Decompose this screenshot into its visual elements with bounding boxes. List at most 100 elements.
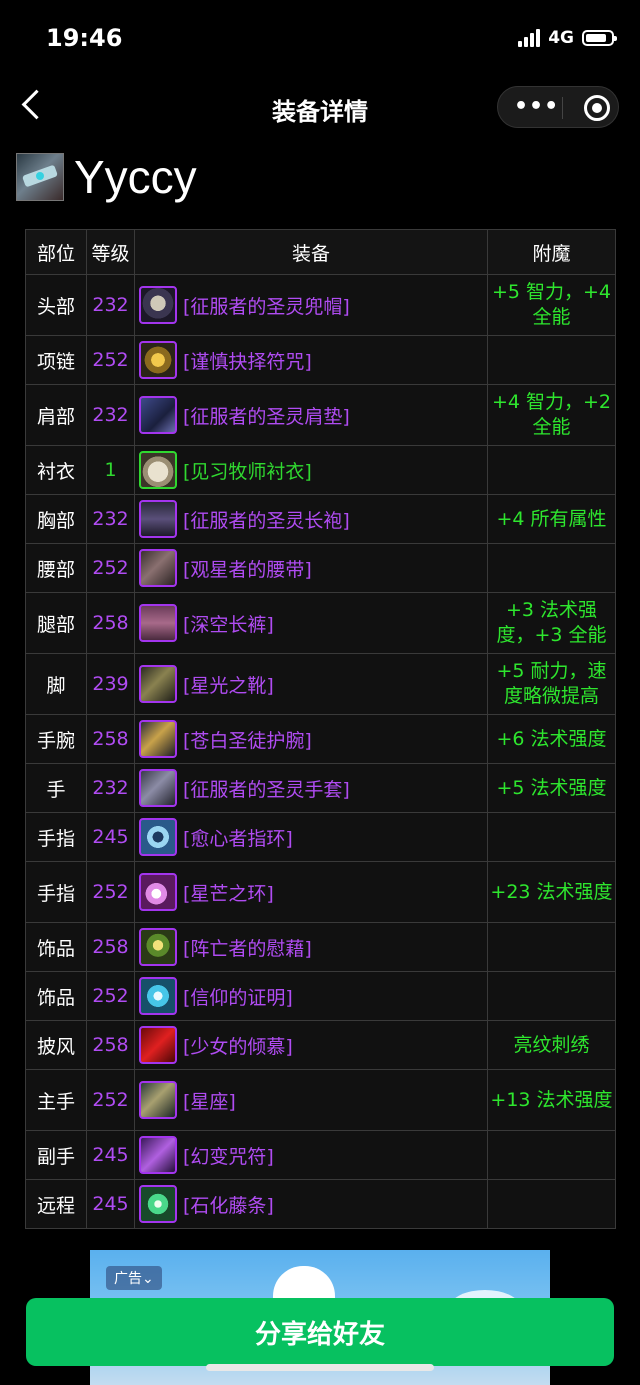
item-name[interactable]: [石化藤条] xyxy=(183,1191,274,1218)
table-row: 手指 245 [愈心者指环] xyxy=(25,812,616,862)
item-cell[interactable]: [征服者的圣灵长袍] xyxy=(134,494,488,544)
item-cell[interactable]: [少女的倾慕] xyxy=(134,1020,488,1070)
slot-cell: 手指 xyxy=(25,812,87,862)
item-name[interactable]: [谨慎抉择符咒] xyxy=(183,347,312,374)
item-name[interactable]: [征服者的圣灵手套] xyxy=(183,775,350,802)
item-cell[interactable]: [愈心者指环] xyxy=(134,812,488,862)
table-row: 头部 232 [征服者的圣灵兜帽] +5 智力，+4 全能 xyxy=(25,274,616,336)
mainhand-icon xyxy=(139,1081,177,1119)
item-cell[interactable]: [星光之靴] xyxy=(134,653,488,715)
slot-cell: 肩部 xyxy=(25,384,87,446)
level-cell: 252 xyxy=(86,543,135,593)
slot-cell: 主手 xyxy=(25,1069,87,1131)
enchant-cell: +4 所有属性 xyxy=(487,494,616,544)
table-row: 胸部 232 [征服者的圣灵长袍] +4 所有属性 xyxy=(25,494,616,544)
header-enchant: 附魔 xyxy=(487,229,616,275)
header-level: 等级 xyxy=(86,229,135,275)
table-row: 饰品 258 [阵亡者的慰藉] xyxy=(25,922,616,972)
slot-cell: 衬衣 xyxy=(25,445,87,495)
item-cell[interactable]: [征服者的圣灵手套] xyxy=(134,763,488,813)
amulet-icon xyxy=(139,341,177,379)
slot-cell: 手 xyxy=(25,763,87,813)
weapon-class-icon xyxy=(16,153,64,201)
slot-cell: 腿部 xyxy=(25,592,87,654)
helm-icon xyxy=(139,286,177,324)
gloves-icon xyxy=(139,769,177,807)
enchant-cell xyxy=(487,812,616,862)
item-cell[interactable]: [星芒之环] xyxy=(134,861,488,923)
enchant-cell xyxy=(487,971,616,1021)
item-name[interactable]: [见习牧师衬衣] xyxy=(183,457,312,484)
status-bar: 19:46 4G xyxy=(0,0,640,76)
level-cell: 245 xyxy=(86,812,135,862)
item-cell[interactable]: [谨慎抉择符咒] xyxy=(134,335,488,385)
item-cell[interactable]: [星座] xyxy=(134,1069,488,1131)
enchant-cell xyxy=(487,1130,616,1180)
item-name[interactable]: [星光之靴] xyxy=(183,671,274,698)
table-header-row: 部位 等级 装备 附魔 xyxy=(25,229,616,275)
item-name[interactable]: [征服者的圣灵兜帽] xyxy=(183,292,350,319)
table-row: 手 232 [征服者的圣灵手套] +5 法术强度 xyxy=(25,763,616,813)
enchant-cell xyxy=(487,543,616,593)
slot-cell: 胸部 xyxy=(25,494,87,544)
item-cell[interactable]: [深空长裤] xyxy=(134,592,488,654)
more-menu-button[interactable]: ••• xyxy=(514,96,559,118)
item-name[interactable]: [深空长裤] xyxy=(183,610,274,637)
item-cell[interactable]: [信仰的证明] xyxy=(134,971,488,1021)
table-row: 远程 245 [石化藤条] xyxy=(25,1179,616,1229)
slot-cell: 副手 xyxy=(25,1130,87,1180)
item-name[interactable]: [征服者的圣灵肩垫] xyxy=(183,402,350,429)
level-cell: 1 xyxy=(86,445,135,495)
level-cell: 232 xyxy=(86,494,135,544)
gear-table: 部位 等级 装备 附魔 头部 232 [征服者的圣灵兜帽] +5 智力，+4 全能 项链… xyxy=(25,229,616,1229)
enchant-cell: 亮纹刺绣 xyxy=(487,1020,616,1070)
item-name[interactable]: [愈心者指环] xyxy=(183,824,293,851)
offhand-icon xyxy=(139,1136,177,1174)
item-name[interactable]: [少女的倾慕] xyxy=(183,1032,293,1059)
level-cell: 252 xyxy=(86,335,135,385)
item-name[interactable]: [阵亡者的慰藉] xyxy=(183,934,312,961)
signal-icon xyxy=(518,29,541,47)
enchant-cell: +3 法术强度，+3 全能 xyxy=(487,592,616,654)
boots-icon xyxy=(139,665,177,703)
slot-cell: 头部 xyxy=(25,274,87,336)
slot-cell: 饰品 xyxy=(25,922,87,972)
bracer-icon xyxy=(139,720,177,758)
item-cell[interactable]: [观星者的腰带] xyxy=(134,543,488,593)
item-cell[interactable]: [苍白圣徒护腕] xyxy=(134,714,488,764)
level-cell: 258 xyxy=(86,1020,135,1070)
item-name[interactable]: [观星者的腰带] xyxy=(183,555,312,582)
item-cell[interactable]: [阵亡者的慰藉] xyxy=(134,922,488,972)
item-cell[interactable]: [见习牧师衬衣] xyxy=(134,445,488,495)
item-name[interactable]: [星芒之环] xyxy=(183,879,274,906)
trinket-shield-icon xyxy=(139,977,177,1015)
table-row: 脚 239 [星光之靴] +5 耐力，速度略微提高 xyxy=(25,653,616,715)
table-row: 衬衣 1 [见习牧师衬衣] xyxy=(25,445,616,495)
enchant-cell: +4 智力，+2 全能 xyxy=(487,384,616,446)
item-cell[interactable]: [石化藤条] xyxy=(134,1179,488,1229)
slot-cell: 远程 xyxy=(25,1179,87,1229)
enchant-cell: +5 智力，+4 全能 xyxy=(487,274,616,336)
enchant-cell: +23 法术强度 xyxy=(487,861,616,923)
item-cell[interactable]: [幻变咒符] xyxy=(134,1130,488,1180)
item-name[interactable]: [苍白圣徒护腕] xyxy=(183,726,312,753)
level-cell: 252 xyxy=(86,971,135,1021)
item-cell[interactable]: [征服者的圣灵肩垫] xyxy=(134,384,488,446)
item-name[interactable]: [信仰的证明] xyxy=(183,983,293,1010)
level-cell: 252 xyxy=(86,1069,135,1131)
ad-tag[interactable]: 广告⌄ xyxy=(106,1266,162,1290)
player-name: Yyccy xyxy=(74,151,197,203)
item-cell[interactable]: [征服者的圣灵兜帽] xyxy=(134,274,488,336)
level-cell: 239 xyxy=(86,653,135,715)
item-name[interactable]: [星座] xyxy=(183,1087,236,1114)
slot-cell: 腰部 xyxy=(25,543,87,593)
belt-icon xyxy=(139,549,177,587)
share-button[interactable]: 分享给好友 xyxy=(26,1298,614,1366)
item-name[interactable]: [幻变咒符] xyxy=(183,1142,274,1169)
shirt-icon xyxy=(139,451,177,489)
enchant-cell: +6 法术强度 xyxy=(487,714,616,764)
item-name[interactable]: [征服者的圣灵长袍] xyxy=(183,506,350,533)
mini-program-capsule: ••• xyxy=(497,86,619,128)
close-miniprogram-icon[interactable] xyxy=(584,95,610,121)
shoulder-icon xyxy=(139,396,177,434)
